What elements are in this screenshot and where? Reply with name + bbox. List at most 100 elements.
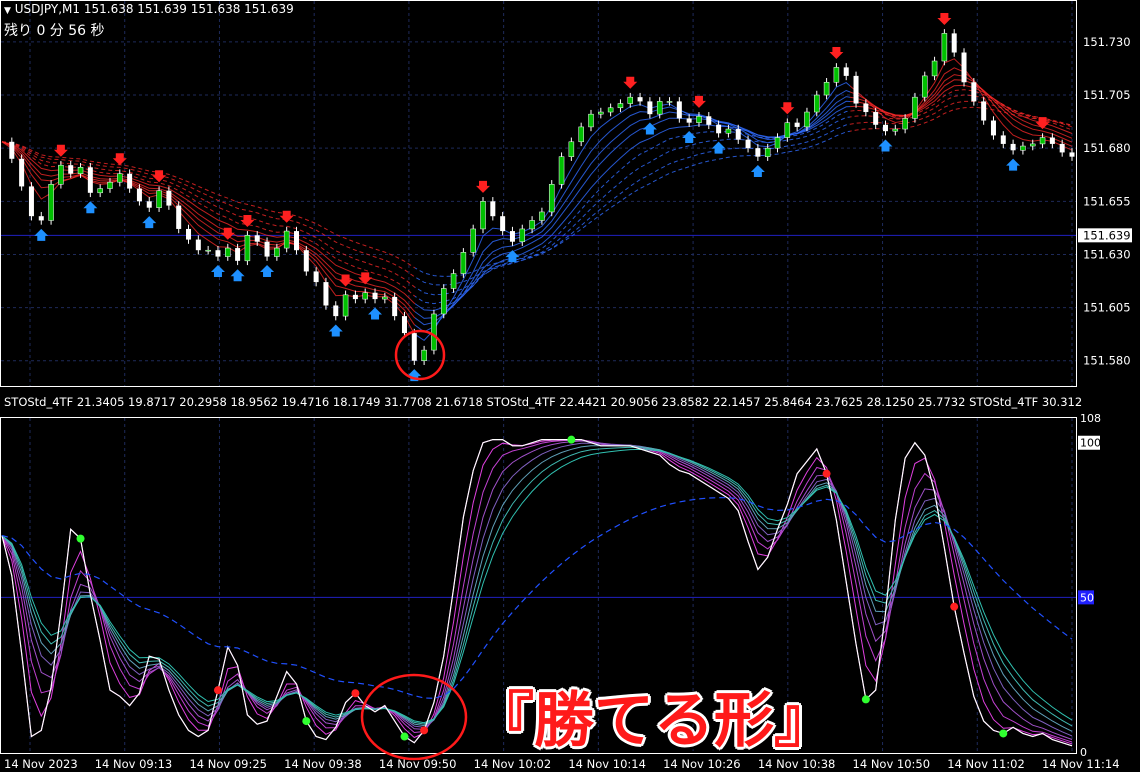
candle-body [764, 147, 771, 157]
osc-y-tick-label: 108 [1080, 412, 1101, 425]
candle-body [1029, 143, 1036, 147]
candle-body [264, 241, 270, 257]
candle-body [627, 96, 634, 104]
candle-body [990, 120, 996, 136]
candle-body [274, 247, 280, 257]
candle-body [833, 67, 840, 83]
x-tick-label: 14 Nov 09:38 [284, 757, 362, 771]
candle-body [440, 288, 447, 315]
candle-body [421, 349, 427, 361]
x-tick-label: 14 Nov 10:14 [568, 757, 646, 771]
candle-body [500, 216, 506, 232]
y-tick-label: 151.680 [1083, 141, 1131, 155]
osc-y-tick-label: 100 [1080, 437, 1101, 450]
candle-body [951, 33, 957, 53]
candle-body [303, 250, 309, 272]
x-tick-label: 14 Nov 2023 [4, 757, 78, 771]
candle-body [362, 292, 368, 300]
candle-body [1069, 152, 1075, 157]
candle-body [745, 139, 751, 149]
candle-body [401, 316, 407, 334]
candle-body [19, 158, 25, 187]
y-tick-label: 151.605 [1083, 301, 1131, 315]
candle-body [882, 124, 888, 132]
oscillator-marker [950, 602, 959, 611]
candle-body [853, 75, 859, 104]
y-tick-label: 151.630 [1083, 247, 1131, 261]
x-tick-label: 14 Nov 11:14 [1042, 757, 1120, 771]
candle-body [313, 271, 319, 283]
candle-body [617, 103, 624, 109]
x-tick-label: 14 Nov 10:26 [663, 757, 741, 771]
candle-body [352, 294, 358, 300]
chart-stage: 151.730 151.705 151.680 151.655 151.630 151.6… [0, 0, 1140, 772]
candle-body [254, 235, 260, 242]
candle-body [981, 101, 987, 121]
candle-body [1010, 143, 1016, 151]
candle-body [58, 164, 64, 185]
y-tick-label: 151.580 [1083, 354, 1131, 368]
candle-body [136, 188, 142, 202]
candle-body [529, 220, 535, 230]
candle-body [823, 82, 830, 96]
candle-body [431, 313, 437, 351]
candle-body [107, 181, 113, 189]
candle-body [578, 126, 584, 143]
candle-body [804, 111, 810, 128]
current-price-label: 151.639 [1083, 228, 1131, 242]
candle-body [971, 82, 977, 102]
candle-body [892, 128, 899, 132]
candle-body [509, 231, 515, 242]
candle-body [38, 216, 44, 221]
candle-body [68, 165, 74, 174]
candle-body [912, 96, 918, 119]
oscillator-marker [822, 469, 831, 478]
candle-body [941, 33, 948, 62]
candle-body [48, 184, 54, 221]
candle-body [117, 173, 123, 183]
candle-body [323, 282, 329, 306]
candle-body [922, 75, 928, 98]
candle-body [186, 228, 192, 240]
candle-body [293, 231, 299, 251]
candle-body [598, 111, 604, 115]
y-tick-label: 151.705 [1083, 88, 1131, 102]
candle-body [342, 294, 349, 317]
candle-body [9, 141, 15, 159]
indicator-label: STOStd_4TF 21.3405 19.8717 20.2958 18.95… [4, 395, 1083, 409]
x-tick-label: 14 Nov 10:50 [853, 757, 931, 771]
candle-body [558, 156, 565, 185]
candle-body [656, 101, 663, 115]
candle-body [548, 184, 555, 213]
candle-body [774, 137, 781, 149]
oscillator-marker [567, 435, 576, 444]
candle-body [490, 201, 496, 217]
x-tick-label: 14 Nov 09:25 [189, 757, 267, 771]
candle-body [195, 239, 201, 251]
candle-body [97, 188, 103, 194]
candle-body [146, 201, 152, 208]
candle-body [470, 228, 476, 253]
candle-body [716, 124, 722, 134]
candle-body [411, 333, 417, 361]
candle-body [156, 190, 162, 208]
candle-body [77, 167, 84, 174]
oscillator-marker [76, 534, 85, 543]
candle-body [382, 296, 388, 300]
collapse-triangle-icon[interactable]: ▼ [4, 6, 11, 16]
oscillator-marker [861, 695, 870, 704]
candle-body [676, 101, 682, 119]
candle-body [235, 248, 241, 261]
oscillator-marker [999, 729, 1008, 738]
caption-text: 『勝てる形』 [474, 686, 834, 756]
candle-body [735, 129, 741, 140]
candle-body [392, 296, 398, 317]
candle-body [87, 167, 93, 193]
candle-body [725, 128, 732, 134]
candle-body [166, 190, 172, 206]
symbol-info: ▼ USDJPY,M1 151.638 151.639 151.638 151.… [4, 2, 294, 16]
candle-body [607, 107, 614, 113]
candle-body [755, 148, 761, 157]
candle-body [1059, 143, 1065, 153]
candle-body [283, 230, 290, 249]
